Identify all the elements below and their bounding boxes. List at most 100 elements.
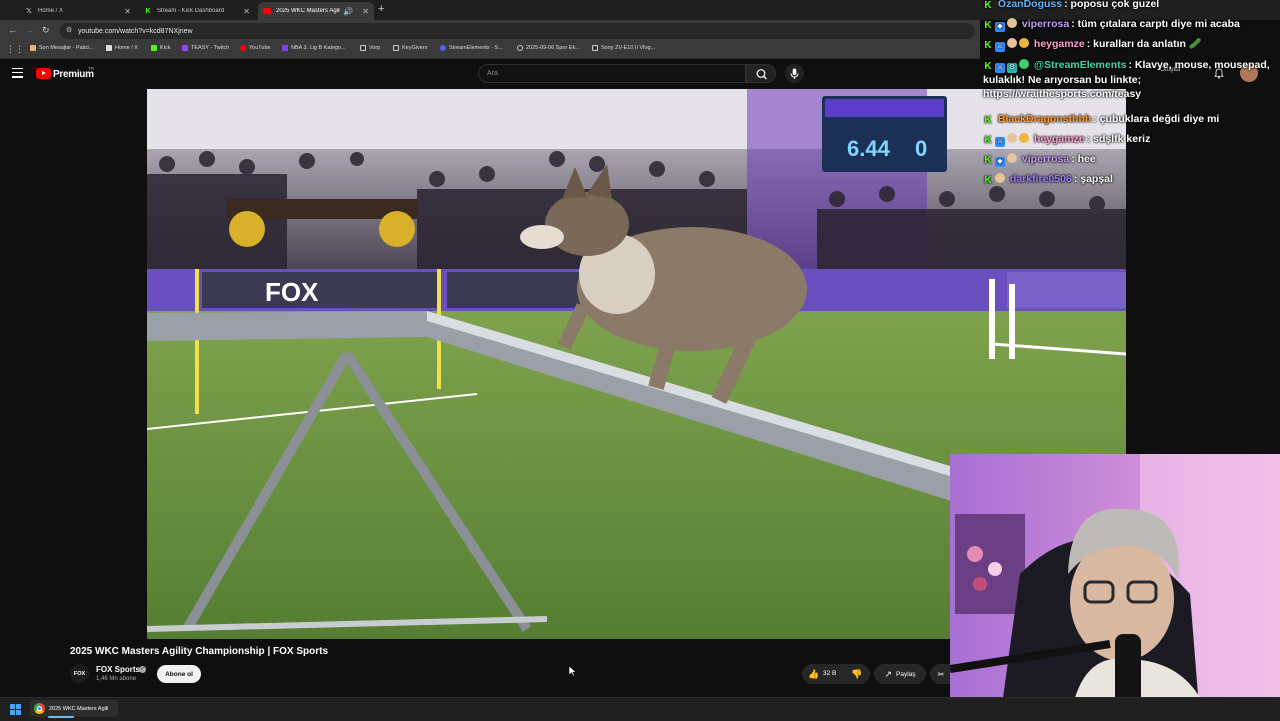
bookmark-item[interactable]: KeyGivers — [393, 45, 427, 51]
bookmark-item[interactable]: TEASY - Twitch — [182, 45, 229, 51]
tab-home-x[interactable]: 𝕏 Home / X ✕ — [20, 2, 136, 20]
channel-name[interactable]: FOX Sports — [96, 665, 140, 674]
tab-youtube-video[interactable]: 2025 WKC Masters Agility ( 🔊 ✕ — [258, 2, 374, 20]
svg-text:FOX: FOX — [265, 277, 319, 307]
speaker-icon[interactable]: 🔊 — [343, 7, 353, 16]
bookmark-item[interactable]: StreamElements - S... — [440, 45, 503, 51]
like-count[interactable]: 32 B — [823, 670, 836, 677]
verified-badge-icon: ✓ — [139, 666, 146, 673]
subscribe-label: Abone ol — [165, 670, 193, 678]
kick-badge-icon: K — [984, 155, 992, 166]
diamond-badge-icon: ◆ — [995, 22, 1005, 32]
chat-text: hee — [1077, 153, 1096, 165]
yahoo-icon — [282, 45, 288, 51]
voice-search-button[interactable] — [785, 64, 804, 83]
close-tab-icon[interactable]: ✕ — [362, 7, 369, 16]
url-bar[interactable]: ⚙ youtube.com/watch?v=kcd87NXjnew — [60, 23, 975, 39]
emote-badge-icon — [995, 173, 1005, 183]
windows-taskbar — [0, 697, 1280, 721]
bookmark-label: 2025-09-06 Spor Ek... — [526, 45, 580, 51]
bookmark-label: KeyGivers — [402, 45, 428, 51]
channel-avatar[interactable]: FOX — [70, 664, 89, 683]
share-button[interactable]: ↗ Paylaş — [874, 664, 926, 684]
bookmarks-bar: ⋮⋮ Son Mesajlar - Patici... Home / X Kic… — [0, 42, 980, 59]
document-icon — [592, 45, 598, 51]
bookmark-item[interactable]: Home / X — [106, 45, 138, 51]
region-code: TR — [88, 66, 94, 71]
clip-button[interactable]: ✂ — [930, 664, 952, 684]
youtube-logo-icon[interactable] — [36, 68, 51, 79]
search-placeholder: Ara — [487, 70, 498, 77]
chat-username: OzanDoguss — [997, 0, 1063, 10]
video-title: 2025 WKC Masters Agility Championship | … — [70, 646, 329, 657]
back-icon[interactable]: ← — [8, 25, 17, 35]
emote-badge-icon — [1007, 38, 1017, 48]
tab-title: Stream - Kick Dashboard — [157, 8, 225, 14]
tab-kick-dashboard[interactable]: K Stream - Kick Dashboard ✕ — [139, 2, 255, 20]
channel-avatar-text: FOX — [73, 670, 86, 677]
youtube-icon — [263, 7, 271, 15]
scoreboard-time: 6.44 — [847, 136, 891, 161]
kick-logo-icon: K — [145, 7, 151, 15]
bookmark-item[interactable]: Kick — [151, 45, 170, 51]
active-app-indicator — [48, 716, 74, 718]
bookmark-label: Vorp — [369, 45, 381, 51]
search-input[interactable]: Ara — [478, 64, 746, 83]
windows-start-icon[interactable] — [10, 704, 21, 715]
chat-message: K ◆ viperrosa: hee — [984, 153, 1096, 167]
bookmark-item[interactable]: Sony ZV-E10 II Vlog... — [592, 45, 655, 51]
kick-badge-icon: K — [984, 61, 992, 72]
url-text: youtube.com/watch?v=kcd87NXjnew — [78, 27, 193, 35]
folder-icon — [393, 45, 399, 51]
chat-username: BlackDragonsthhh — [997, 113, 1092, 125]
chat-text: çubuklara değdi diye mi — [1099, 113, 1220, 125]
chat-text: poposu çok guzel — [1070, 0, 1160, 10]
search-button[interactable] — [746, 64, 776, 83]
chat-username: heygamze — [1033, 133, 1085, 145]
kick-badge-icon: K — [984, 20, 992, 31]
bookmark-item[interactable]: 2025-09-06 Spor Ek... — [517, 45, 580, 51]
subscribe-button[interactable]: Abone ol — [157, 665, 201, 683]
hamburger-menu-icon[interactable] — [12, 68, 23, 78]
reload-icon[interactable]: ↻ — [42, 25, 50, 36]
chat-username: viperrosa — [1021, 18, 1070, 30]
site-info-icon[interactable]: ⚙ — [66, 26, 72, 34]
apps-grid-icon[interactable]: ⋮⋮ — [6, 44, 24, 55]
like-icon[interactable]: 👍 — [808, 669, 819, 680]
youtube-header: Premium TR Ara — [0, 59, 980, 89]
chat-message: K ⚔ heygamze: kuralları da anlatın 🥒 — [984, 38, 1202, 52]
bookmark-label: Sony ZV-E10 II Vlog... — [601, 45, 656, 51]
close-tab-icon[interactable]: ✕ — [124, 7, 131, 16]
bookmark-item[interactable]: Son Mesajlar - Patici... — [30, 45, 94, 51]
webcam-frame — [950, 454, 1280, 720]
search-icon — [756, 69, 767, 80]
gift-badge-icon — [1019, 38, 1029, 48]
close-tab-icon[interactable]: ✕ — [243, 7, 250, 16]
kick-badge-icon: K — [984, 135, 992, 146]
tab-title: Home / X — [38, 8, 64, 14]
address-bar-row: ← → ↻ ⚙ youtube.com/watch?v=kcd87NXjnew — [0, 20, 980, 42]
dislike-icon[interactable]: 👎 — [851, 669, 862, 680]
emote-badge-icon — [1007, 153, 1017, 163]
streamer-webcam — [950, 454, 1280, 720]
bookmark-label: YouTube — [249, 45, 271, 51]
kick-logo-icon — [151, 45, 157, 51]
chat-message: K OzanDoguss: poposu çok guzel — [984, 0, 1160, 11]
bookmark-item[interactable]: YouTube — [240, 45, 271, 51]
taskbar-chrome-item[interactable]: 2025 WKC Masters Agili — [30, 700, 118, 717]
forward-icon[interactable]: → — [25, 25, 34, 35]
microphone-icon — [790, 68, 799, 79]
chrome-icon — [34, 703, 45, 714]
chat-message: K BlackDragonsthhh: çubuklara değdi diye… — [984, 113, 1220, 126]
bookmark-item[interactable]: Vorp — [360, 45, 380, 51]
emote-badge-icon — [1007, 133, 1017, 143]
gift-badge-icon — [1019, 133, 1029, 143]
moderator-badge-icon: ⚔ — [995, 42, 1005, 52]
kick-badge-icon: K — [984, 115, 992, 126]
new-tab-button[interactable]: + — [378, 3, 384, 15]
bookmark-item[interactable]: NBA 3. Lig B Katego... — [282, 45, 346, 51]
share-label: Paylaş — [896, 670, 916, 678]
bookmark-label: TEASY - Twitch — [191, 45, 230, 51]
taskbar-app-label: 2025 WKC Masters Agili — [49, 705, 109, 712]
chat-text: şapşal — [1080, 173, 1113, 185]
